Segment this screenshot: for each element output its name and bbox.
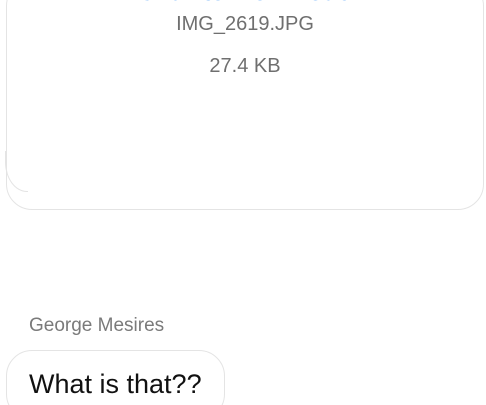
download-link[interactable]: Click to Download <box>7 0 483 11</box>
message-text: What is that?? <box>29 369 202 399</box>
attachment-file-name: IMG_2619.JPG <box>176 13 314 35</box>
sender-name: George Mesires <box>29 315 165 336</box>
conversation-view: Click to Download IMG_2619.JPG 27.4 KB G… <box>0 0 486 405</box>
attachment-file-size: 27.4 KB <box>209 55 281 77</box>
attachment-bubble[interactable]: Click to Download IMG_2619.JPG 27.4 KB <box>5 0 484 210</box>
message-bubble[interactable]: What is that?? <box>6 350 225 405</box>
bubble-tail <box>5 151 28 192</box>
